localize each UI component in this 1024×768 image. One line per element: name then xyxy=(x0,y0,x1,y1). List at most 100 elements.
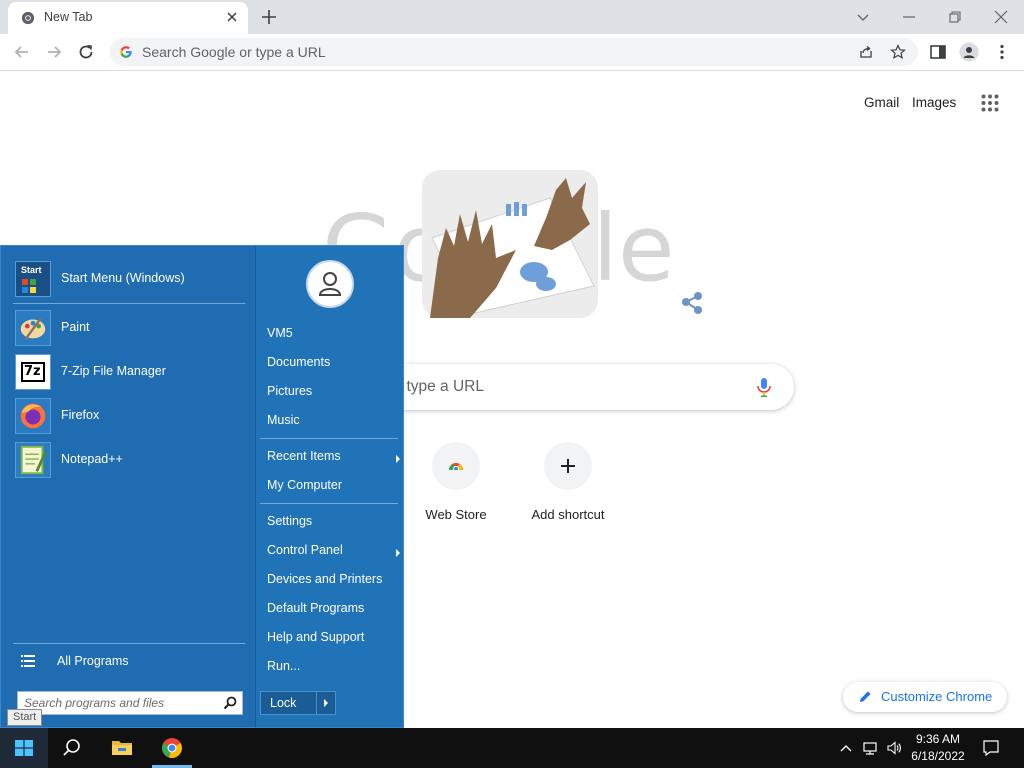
close-window-icon[interactable] xyxy=(990,6,1012,28)
side-panel-icon[interactable] xyxy=(928,42,948,62)
lock-button[interactable]: Lock xyxy=(260,691,336,715)
user-avatar[interactable] xyxy=(306,260,354,308)
places-my-computer[interactable]: My Computer xyxy=(267,478,399,500)
file-explorer-icon[interactable] xyxy=(111,737,133,759)
share-icon[interactable] xyxy=(858,44,874,60)
start-menu-app-icon-text: Start xyxy=(21,265,42,275)
search-icon[interactable] xyxy=(223,696,237,710)
places-label: Documents xyxy=(267,355,331,369)
search-icon[interactable] xyxy=(61,737,83,759)
customize-chrome-button[interactable]: Customize Chrome xyxy=(843,682,1007,712)
list-icon xyxy=(21,655,35,667)
7zip-icon-text: 7z xyxy=(24,364,41,379)
volume-icon[interactable] xyxy=(886,740,902,756)
start-item-label: Notepad++ xyxy=(61,452,123,466)
windows-start-icon xyxy=(15,740,33,756)
start-menu-separator xyxy=(13,303,245,304)
chevron-down-icon[interactable] xyxy=(852,6,874,28)
network-icon[interactable] xyxy=(862,740,878,756)
shutdown-options-button[interactable] xyxy=(316,692,336,714)
microphone-icon[interactable] xyxy=(755,376,773,398)
firefox-icon xyxy=(15,398,51,434)
places-help-support[interactable]: Help and Support xyxy=(267,630,399,652)
start-menu-separator xyxy=(260,438,398,439)
lock-label: Lock xyxy=(270,696,297,710)
chevron-up-icon[interactable] xyxy=(838,740,854,756)
places-control-panel[interactable]: Control Panel xyxy=(267,543,400,565)
shortcut-web-store[interactable]: Web Store xyxy=(400,442,512,532)
web-store-icon xyxy=(448,463,464,473)
start-item-start-menu[interactable]: Start Start Menu (Windows) xyxy=(13,259,245,299)
submenu-arrow-icon xyxy=(396,455,400,463)
all-programs-label: All Programs xyxy=(57,654,129,668)
apps-grid-icon[interactable] xyxy=(980,93,1000,113)
chrome-icon[interactable] xyxy=(161,737,183,759)
places-music[interactable]: Music xyxy=(267,413,399,435)
clock-date: 6/18/2022 xyxy=(911,749,965,763)
start-menu: Start Start Menu (Windows) Paint 7z 7-Zi… xyxy=(0,245,404,728)
all-programs-button[interactable]: All Programs xyxy=(17,650,245,674)
images-link[interactable]: Images xyxy=(912,95,956,110)
gmail-link[interactable]: Gmail xyxy=(864,95,899,110)
start-item-label: Start Menu (Windows) xyxy=(61,271,185,285)
star-icon[interactable] xyxy=(890,44,906,60)
start-search-box[interactable] xyxy=(17,691,243,715)
start-button[interactable] xyxy=(0,728,48,768)
submenu-arrow-icon xyxy=(396,549,400,557)
system-clock[interactable]: 9:36 AM 6/18/2022 xyxy=(906,731,970,765)
places-vm5[interactable]: VM5 xyxy=(267,326,399,348)
start-item-paint[interactable]: Paint xyxy=(13,308,245,348)
places-label: Control Panel xyxy=(267,543,343,557)
start-item-firefox[interactable]: Firefox xyxy=(13,396,245,436)
places-devices-printers[interactable]: Devices and Printers xyxy=(267,572,399,594)
omnibox-placeholder: Search Google or type a URL xyxy=(142,44,326,60)
places-label: Settings xyxy=(267,514,313,528)
start-search-input[interactable] xyxy=(24,695,214,711)
start-menu-app-icon: Start xyxy=(15,261,51,297)
doodle-share-icon xyxy=(682,292,702,314)
notification-icon[interactable] xyxy=(982,739,1000,757)
chrome-favicon xyxy=(21,11,35,25)
start-item-7zip[interactable]: 7z 7-Zip File Manager xyxy=(13,352,245,392)
shortcut-icon-holder xyxy=(544,442,592,490)
start-item-label: Paint xyxy=(61,320,90,334)
7zip-icon: 7z xyxy=(15,354,51,390)
omnibox[interactable]: Search Google or type a URL xyxy=(110,38,918,66)
places-label: Devices and Printers xyxy=(267,572,383,586)
restore-icon[interactable] xyxy=(944,6,966,28)
chevron-right-icon xyxy=(324,699,328,707)
places-run[interactable]: Run... xyxy=(267,659,399,681)
start-menu-programs-pane: Start Start Menu (Windows) Paint 7z 7-Zi… xyxy=(1,246,255,727)
tab-title: New Tab xyxy=(44,10,93,24)
google-g-icon xyxy=(120,46,132,58)
customize-chrome-label: Customize Chrome xyxy=(881,689,993,704)
places-settings[interactable]: Settings xyxy=(267,514,399,536)
more-vert-icon[interactable] xyxy=(992,42,1012,62)
shortcut-label: Add shortcut xyxy=(531,507,605,522)
new-tab-button[interactable] xyxy=(258,6,280,28)
start-item-label: 7-Zip File Manager xyxy=(61,364,166,378)
places-pictures[interactable]: Pictures xyxy=(267,384,399,406)
reload-icon[interactable] xyxy=(76,42,96,62)
places-label: Default Programs xyxy=(267,601,365,615)
start-item-notepadpp[interactable]: Notepad++ xyxy=(13,440,245,480)
notepadpp-icon xyxy=(15,442,51,478)
start-menu-places-pane: VM5 Documents Pictures Music Recent Item… xyxy=(255,246,403,727)
tab-strip: New Tab xyxy=(0,0,1024,34)
forward-arrow-icon[interactable] xyxy=(44,42,64,62)
profile-icon[interactable] xyxy=(959,42,979,62)
user-icon xyxy=(318,272,342,296)
places-default-programs[interactable]: Default Programs xyxy=(267,601,399,623)
back-arrow-icon[interactable] xyxy=(12,42,32,62)
browser-toolbar: Search Google or type a URL xyxy=(0,34,1024,71)
places-documents[interactable]: Documents xyxy=(267,355,399,377)
close-icon[interactable] xyxy=(224,9,240,25)
minimize-icon[interactable] xyxy=(898,6,920,28)
places-recent-items[interactable]: Recent Items xyxy=(267,449,400,471)
places-label: VM5 xyxy=(267,326,293,340)
places-label: My Computer xyxy=(267,478,343,492)
places-label: Music xyxy=(267,413,300,427)
places-label: Run... xyxy=(267,659,301,673)
shortcut-add[interactable]: Add shortcut xyxy=(512,442,624,532)
tab-new-tab[interactable]: New Tab xyxy=(8,2,248,34)
